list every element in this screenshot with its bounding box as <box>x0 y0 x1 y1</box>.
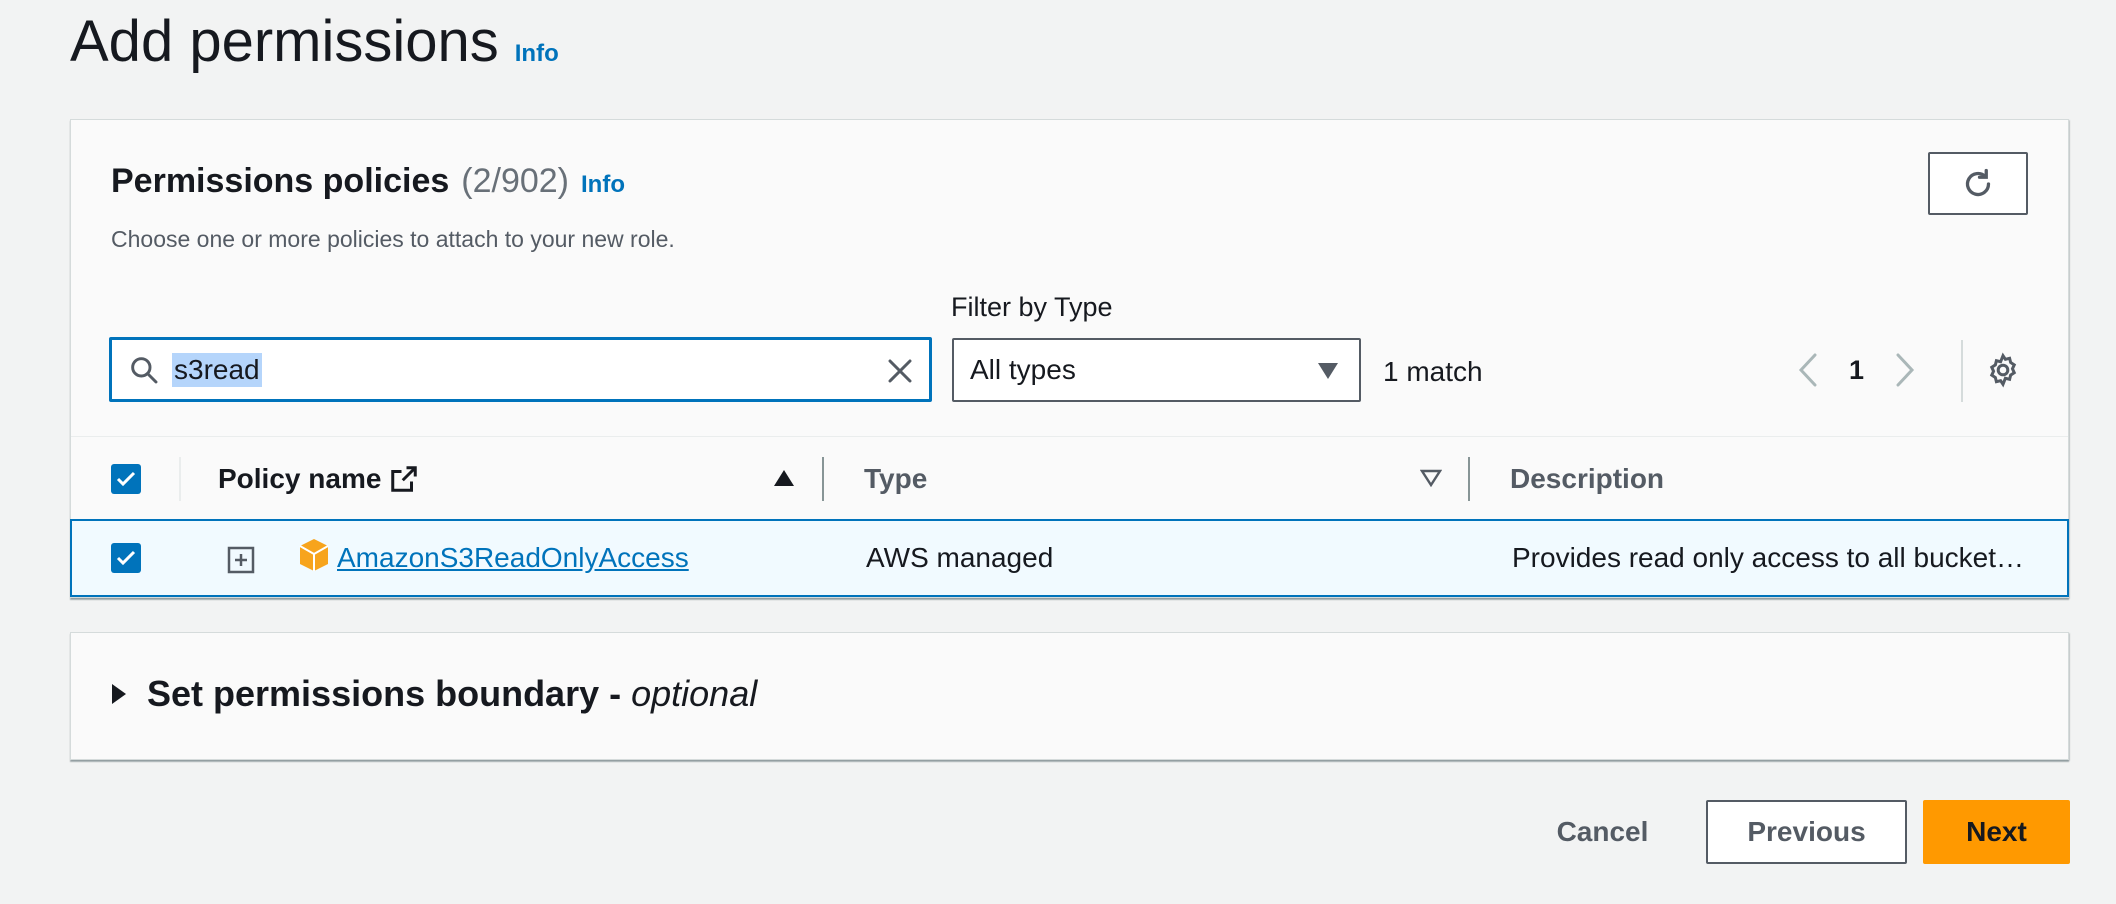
previous-button[interactable]: Previous <box>1706 800 1907 864</box>
next-button[interactable]: Next <box>1923 800 2070 864</box>
caret-right-icon <box>112 684 126 704</box>
settings-gear-icon[interactable] <box>1985 352 2021 388</box>
policy-description: Provides read only access to all bucket… <box>1512 542 2025 573</box>
match-count: 1 match <box>1383 356 1483 387</box>
sort-ascending-icon[interactable] <box>773 469 795 487</box>
row-checkbox[interactable] <box>111 543 141 573</box>
column-divider <box>179 457 181 501</box>
permissions-policies-panel: Permissions policies (2/902) Info Choose… <box>70 119 2069 598</box>
panel-title: Permissions policies (2/902) Info <box>111 162 625 201</box>
column-header-description[interactable]: Description <box>1510 437 1664 520</box>
select-all-checkbox[interactable] <box>111 464 141 494</box>
policy-name-text[interactable]: AmazonS3ReadOnlyAccess <box>337 542 689 574</box>
page-number[interactable]: 1 <box>1849 355 1864 386</box>
page-info-link[interactable]: Info <box>515 40 559 68</box>
search-input[interactable]: s3read <box>109 337 932 402</box>
next-page-icon[interactable] <box>1894 352 1916 388</box>
panel-description: Choose one or more policies to attach to… <box>111 226 675 252</box>
column-header-policy-name[interactable]: Policy name <box>218 437 419 520</box>
boundary-label-group: Set permissions boundary - optional <box>147 673 757 715</box>
type-filter-select[interactable]: All types <box>952 338 1361 402</box>
policy-type: AWS managed <box>866 542 1054 573</box>
external-link-icon <box>391 465 418 492</box>
expand-row-icon[interactable] <box>227 546 255 574</box>
table-row[interactable]: AmazonS3ReadOnlyAccess AWS managed Provi… <box>70 519 2069 597</box>
type-filter-value: All types <box>970 354 1076 385</box>
previous-page-icon[interactable] <box>1797 352 1819 388</box>
refresh-button[interactable] <box>1928 152 2028 215</box>
boundary-label: Set permissions boundary - <box>147 673 632 714</box>
panel-info-link[interactable]: Info <box>581 171 625 199</box>
column-divider <box>1468 457 1470 501</box>
permissions-boundary-section: Set permissions boundary - optional <box>70 632 2069 760</box>
search-icon <box>131 356 158 383</box>
pager-divider <box>1961 340 1963 402</box>
boundary-optional: optional <box>631 673 758 714</box>
check-icon <box>116 471 136 487</box>
pagination: 1 <box>1797 346 1916 394</box>
check-icon <box>116 550 136 566</box>
cancel-button[interactable]: Cancel <box>1530 800 1675 864</box>
page-title-text: Add permissions <box>70 9 499 74</box>
search-value: s3read <box>172 352 262 387</box>
refresh-icon <box>1965 168 1991 196</box>
policy-name-link[interactable]: AmazonS3ReadOnlyAccess <box>337 521 689 595</box>
policy-name-header-text: Policy name <box>218 462 382 494</box>
filter-by-type-label: Filter by Type <box>951 292 1113 322</box>
permissions-boundary-toggle[interactable]: Set permissions boundary - optional <box>111 673 757 715</box>
column-divider <box>822 457 824 501</box>
sort-descending-icon[interactable] <box>1420 469 1442 487</box>
panel-title-text: Permissions policies <box>111 162 450 200</box>
table-header: Policy name Type Description <box>71 436 2068 519</box>
clear-icon[interactable] <box>885 356 915 386</box>
caret-down-icon <box>1318 363 1338 379</box>
selection-count: (2/902) <box>461 162 569 200</box>
page-title: Add permissions Info <box>70 8 559 75</box>
aws-managed-icon <box>299 539 329 571</box>
column-header-type[interactable]: Type <box>864 437 927 520</box>
